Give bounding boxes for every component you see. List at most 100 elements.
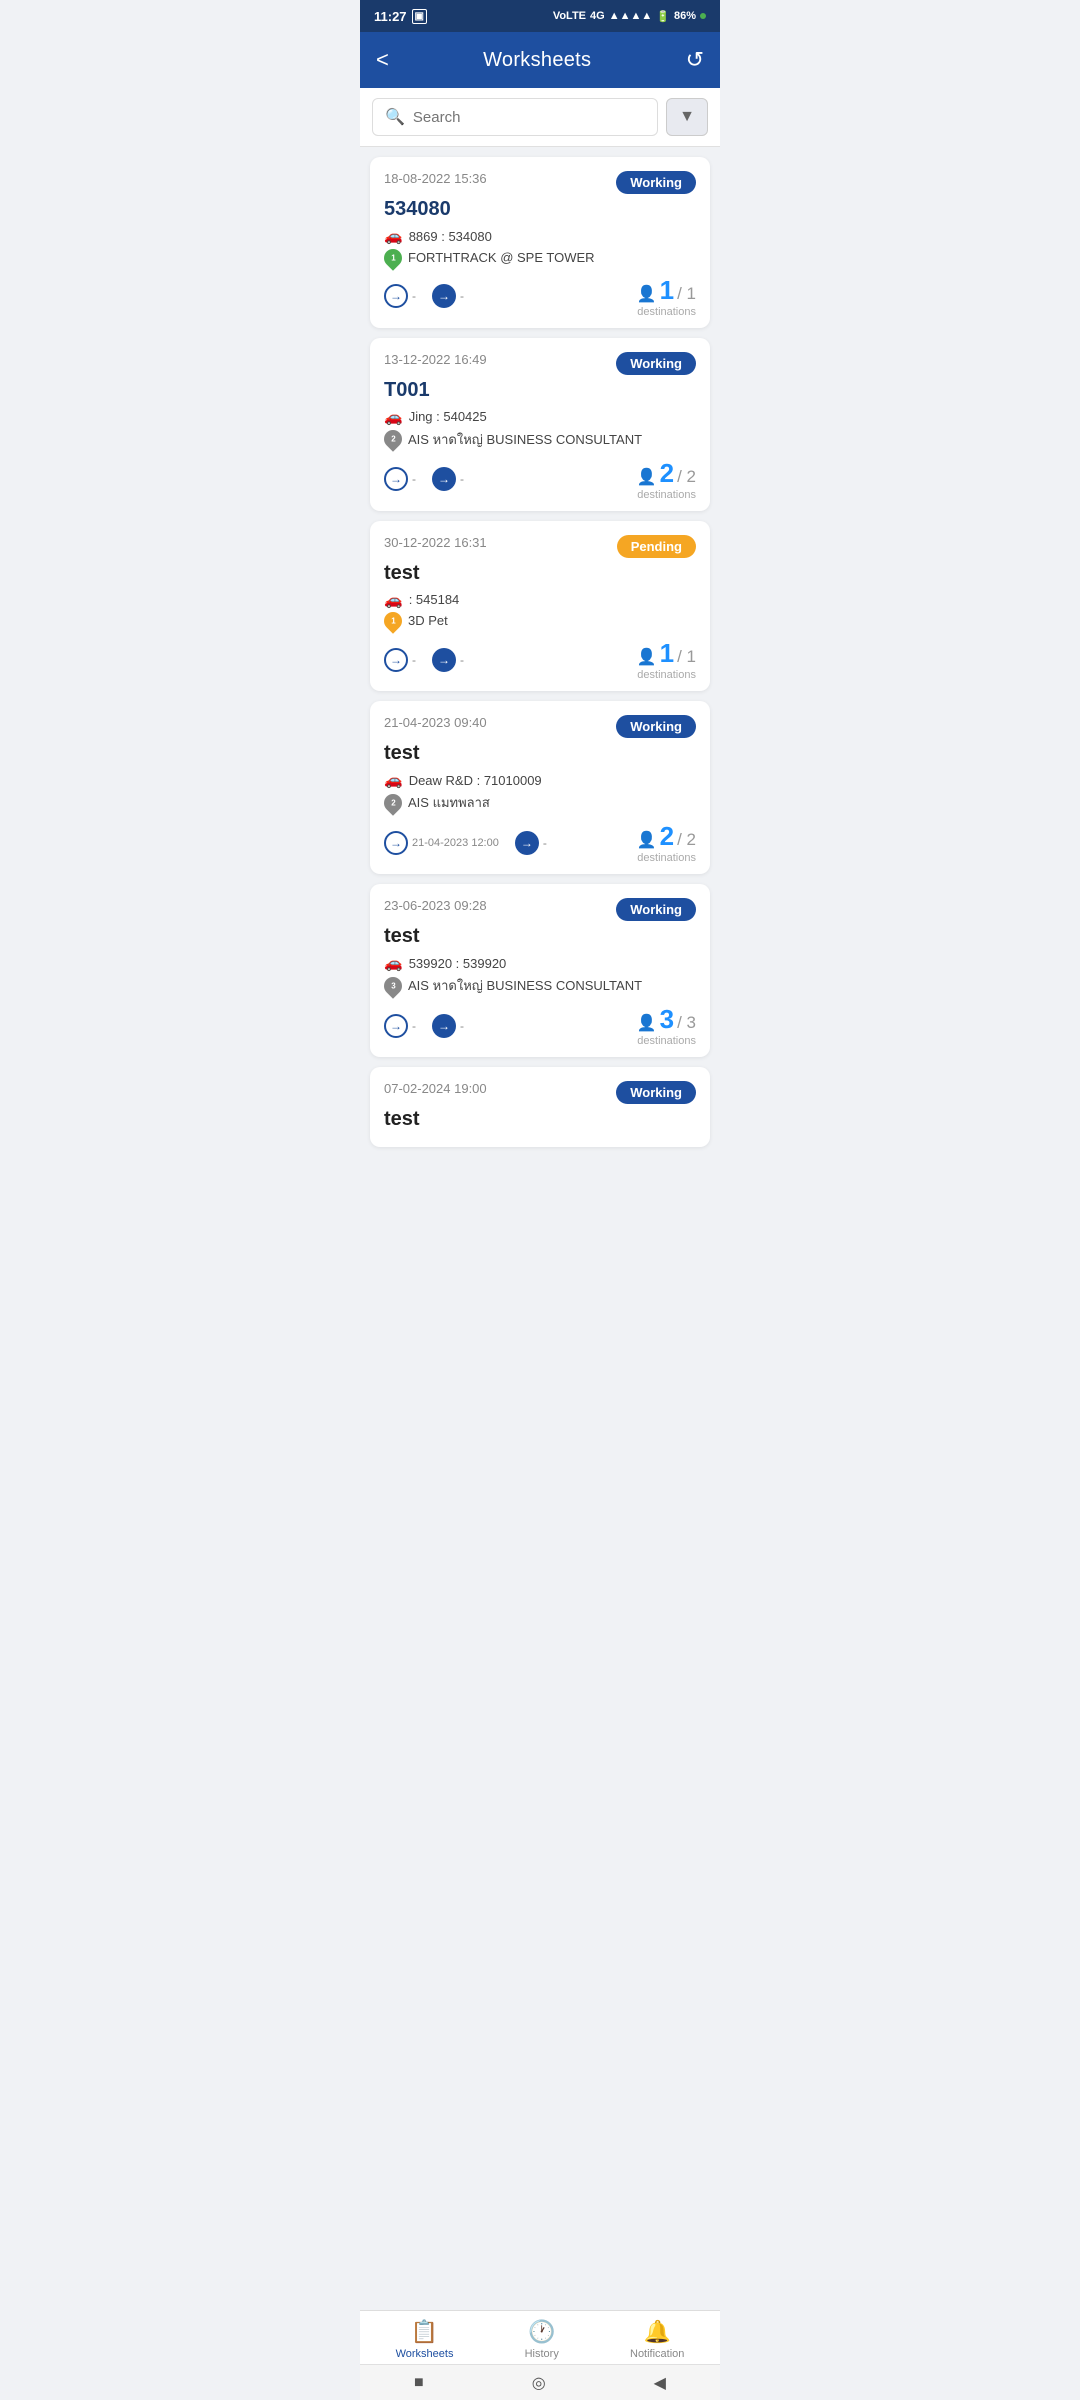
end-arrow-icon: → xyxy=(432,284,456,308)
start-arrow-icon: → xyxy=(384,467,408,491)
search-input[interactable] xyxy=(413,109,645,126)
home-button[interactable]: ◎ xyxy=(532,2373,546,2393)
end-arrow-icon: → xyxy=(432,467,456,491)
vehicle-icon: 🚗 xyxy=(384,408,403,426)
end-arrow-icon: → xyxy=(432,1014,456,1038)
vehicle-icon: 🚗 xyxy=(384,591,403,609)
nav-notification-label: Notification xyxy=(630,2348,684,2360)
back-button[interactable]: < xyxy=(376,47,389,73)
dest-number: 1 xyxy=(660,638,674,669)
pin-icon-3: 1 xyxy=(384,612,402,631)
location-text: 3D Pet xyxy=(408,613,448,628)
worksheet-card-2[interactable]: 13-12-2022 16:49 Working T001 🚗 Jing : 5… xyxy=(370,338,710,511)
dest-number: 1 xyxy=(660,275,674,306)
vehicle-icon: 🚗 xyxy=(384,771,403,789)
card-date: 18-08-2022 15:36 xyxy=(384,171,487,186)
destinations-info: 👤 1 / 1 destinations xyxy=(637,275,696,318)
destinations-info: 👤 2 / 2 destinations xyxy=(637,458,696,501)
filter-button[interactable]: ▼ xyxy=(666,98,708,136)
start-arrow-icon: → xyxy=(384,831,408,855)
card-date: 07-02-2024 19:00 xyxy=(384,1081,487,1096)
nav-history[interactable]: 🕐 History xyxy=(525,2319,559,2360)
worksheet-card-1[interactable]: 18-08-2022 15:36 Working 534080 🚗 8869 :… xyxy=(370,157,710,328)
end-info: → - xyxy=(432,1014,464,1038)
dest-number: 2 xyxy=(660,821,674,852)
pin-icon-1: 1 xyxy=(384,248,402,267)
status-icons: VoLTE 4G ▲▲▲▲ 🔋 86% xyxy=(553,10,706,23)
card-date: 21-04-2023 09:40 xyxy=(384,715,487,730)
bottom-navigation: 📋 Worksheets 🕐 History 🔔 Notification xyxy=(360,2310,720,2364)
dest-total: / 2 xyxy=(677,830,696,850)
start-arrow-icon: → xyxy=(384,1014,408,1038)
vehicle-info: Jing : 540425 xyxy=(409,409,487,424)
dest-label: destinations xyxy=(637,852,696,864)
nav-worksheets[interactable]: 📋 Worksheets xyxy=(396,2319,454,2360)
dest-label: destinations xyxy=(637,306,696,318)
pin-icon-5: 3 xyxy=(384,976,402,995)
nav-history-label: History xyxy=(525,2348,559,2360)
location-text: FORTHTRACK @ SPE TOWER xyxy=(408,250,595,265)
recent-apps-button[interactable]: ■ xyxy=(414,2374,424,2392)
dest-label: destinations xyxy=(637,1035,696,1047)
dest-label: destinations xyxy=(637,669,696,681)
pin-icon-2: 2 xyxy=(384,430,402,449)
status-time: 11:27 ▣ xyxy=(374,9,427,24)
end-arrow-icon: → xyxy=(515,831,539,855)
card-date: 23-06-2023 09:28 xyxy=(384,898,487,913)
end-arrow-icon: → xyxy=(432,648,456,672)
end-info: → - xyxy=(432,467,464,491)
location-text: AIS แมทพลาส xyxy=(408,792,490,813)
back-nav-button[interactable]: ◀ xyxy=(654,2373,666,2393)
dest-total: / 3 xyxy=(677,1013,696,1033)
status-badge: Pending xyxy=(617,535,696,558)
end-info: → - xyxy=(432,648,464,672)
status-badge: Working xyxy=(616,352,696,375)
destinations-info: 👤 2 / 2 destinations xyxy=(637,821,696,864)
end-info: → - xyxy=(515,831,547,855)
dest-number: 2 xyxy=(660,458,674,489)
vehicle-icon: 🚗 xyxy=(384,227,403,245)
start-info: → - xyxy=(384,467,416,491)
nav-notification[interactable]: 🔔 Notification xyxy=(630,2319,684,2360)
worksheet-card-4[interactable]: 21-04-2023 09:40 Working test 🚗 Deaw R&D… xyxy=(370,701,710,874)
worksheet-card-5[interactable]: 23-06-2023 09:28 Working test 🚗 539920 :… xyxy=(370,884,710,1057)
location-text: AIS หาดใหญ่ BUSINESS CONSULTANT xyxy=(408,975,642,996)
start-info: → 21-04-2023 12:00 xyxy=(384,831,499,855)
card-id: test xyxy=(384,925,696,948)
person-icon: 👤 xyxy=(637,830,657,850)
start-arrow-icon: → xyxy=(384,648,408,672)
destinations-info: 👤 1 / 1 destinations xyxy=(637,638,696,681)
status-badge: Working xyxy=(616,1081,696,1104)
vehicle-info: 8869 : 534080 xyxy=(409,229,492,244)
card-id: test xyxy=(384,562,696,585)
card-id: test xyxy=(384,742,696,765)
dest-total: / 2 xyxy=(677,467,696,487)
vehicle-info: : 545184 xyxy=(409,592,460,607)
filter-icon: ▼ xyxy=(679,108,695,126)
app-header: < Worksheets ↺ xyxy=(360,32,720,88)
person-icon: 👤 xyxy=(637,284,657,304)
person-icon: 👤 xyxy=(637,647,657,667)
person-icon: 👤 xyxy=(637,467,657,487)
search-wrapper[interactable]: 🔍 xyxy=(372,98,658,136)
vehicle-icon: 🚗 xyxy=(384,954,403,972)
status-badge: Working xyxy=(616,715,696,738)
card-id: 534080 xyxy=(384,198,696,221)
start-arrow-icon: → xyxy=(384,284,408,308)
search-icon: 🔍 xyxy=(385,107,405,127)
end-info: → - xyxy=(432,284,464,308)
dest-total: / 1 xyxy=(677,647,696,667)
page-title: Worksheets xyxy=(483,49,591,72)
worksheet-card-3[interactable]: 30-12-2022 16:31 Pending test 🚗 : 545184… xyxy=(370,521,710,692)
refresh-button[interactable]: ↺ xyxy=(686,47,704,73)
start-info: → - xyxy=(384,1014,416,1038)
dest-label: destinations xyxy=(637,489,696,501)
location-text: AIS หาดใหญ่ BUSINESS CONSULTANT xyxy=(408,429,642,450)
pin-icon-4: 2 xyxy=(384,793,402,812)
vehicle-info: Deaw R&D : 71010009 xyxy=(409,773,542,788)
card-id: T001 xyxy=(384,379,696,402)
dest-total: / 1 xyxy=(677,284,696,304)
search-container: 🔍 ▼ xyxy=(360,88,720,147)
worksheet-card-6[interactable]: 07-02-2024 19:00 Working test xyxy=(370,1067,710,1147)
destinations-info: 👤 3 / 3 destinations xyxy=(637,1004,696,1047)
